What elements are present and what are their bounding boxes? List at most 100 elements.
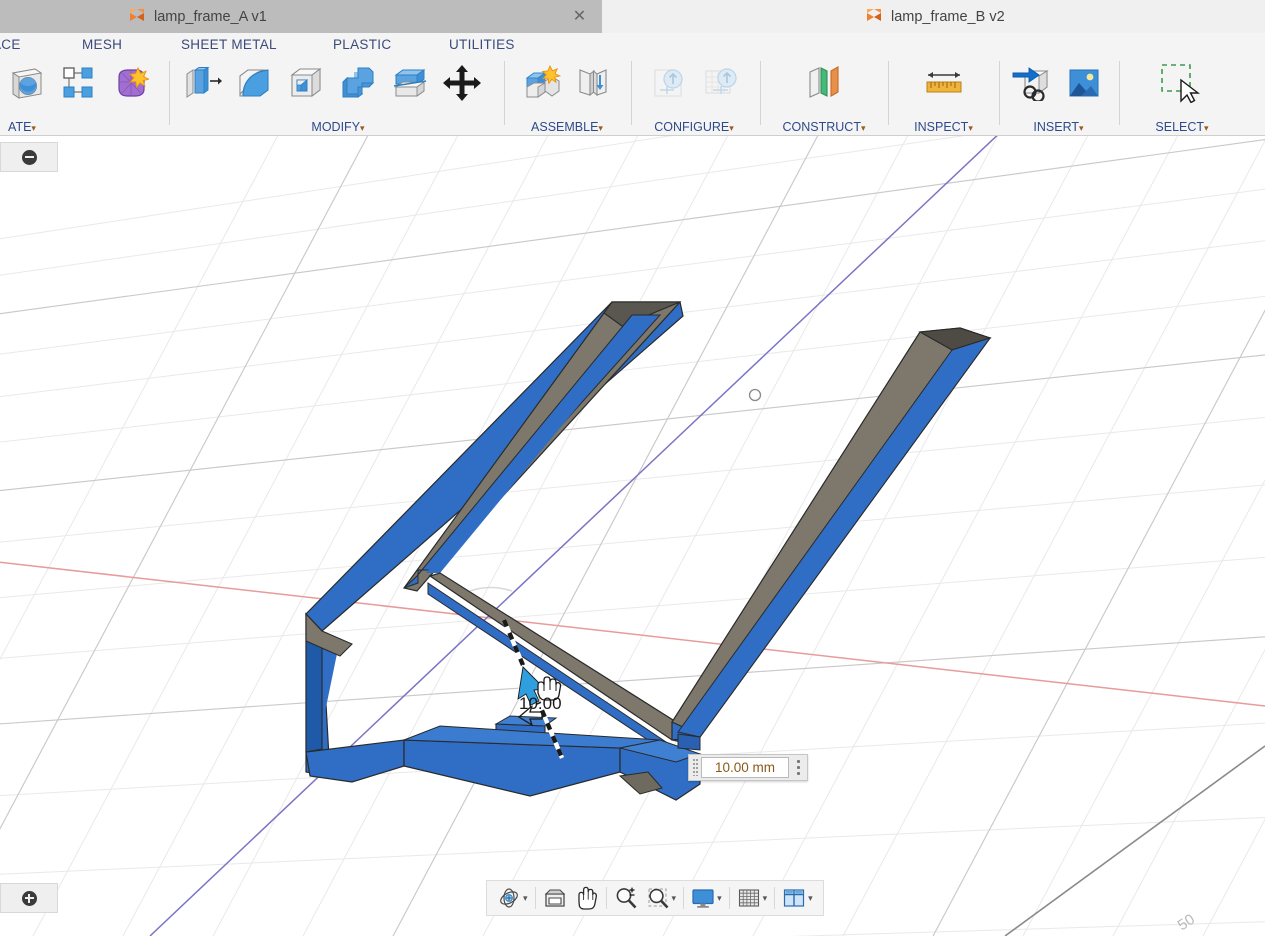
fit-tool[interactable]: ▾ (642, 883, 681, 913)
measure-tool[interactable] (918, 56, 970, 109)
insert-derive-icon (1011, 65, 1053, 101)
panel-construct-label[interactable]: CONSTRUCT▾ (763, 120, 885, 134)
ribbon-tab-row: ACE MESH SHEET METAL PLASTIC UTILITIES (0, 33, 1265, 58)
split-body-tool[interactable] (384, 56, 436, 109)
panel-inspect: INSPECT▾ (891, 56, 996, 136)
divider (1119, 61, 1120, 125)
cube-icon (867, 9, 882, 25)
move-copy-tool[interactable] (436, 56, 488, 109)
panel-create-label[interactable]: ATE▾ (0, 120, 82, 134)
joint-icon (573, 66, 613, 100)
press-pull-icon (182, 66, 222, 100)
divider (631, 61, 632, 125)
insert-derive-tool[interactable] (1006, 56, 1058, 109)
panel-assemble: ASSEMBLE▾ (507, 56, 627, 136)
offset-plane-tool[interactable] (798, 56, 850, 109)
decal-tool[interactable] (1058, 56, 1110, 109)
move-copy-icon (443, 65, 481, 101)
panel-select-label[interactable]: SELECT▾ (1122, 120, 1242, 134)
browser-collapse-button[interactable] (0, 142, 58, 172)
divider (606, 887, 607, 909)
pan-tool[interactable] (571, 883, 603, 913)
close-icon[interactable]: ✕ (571, 8, 588, 25)
ribbon: ACE MESH SHEET METAL PLASTIC UTILITIES (0, 33, 1265, 136)
divider (535, 887, 536, 909)
press-pull-distance-input-group[interactable]: 10.00 mm (688, 754, 808, 781)
ribbon-tab-utilities[interactable]: UTILITIES (449, 37, 515, 52)
ruler-edge (1005, 746, 1265, 936)
document-tab-active[interactable]: lamp_frame_A v1 ✕ (0, 0, 602, 33)
chevron-down-icon[interactable]: ▾ (717, 893, 722, 904)
panel-insert-label[interactable]: INSERT▾ (1002, 120, 1115, 134)
zoom-tool[interactable] (610, 883, 642, 913)
panel-inspect-label[interactable]: INSPECT▾ (891, 120, 996, 134)
canvas-scene (0, 136, 1265, 936)
monitor-icon (691, 887, 715, 909)
configure-table-tool[interactable] (694, 56, 746, 109)
divider (999, 61, 1000, 125)
minus-circle-icon (22, 150, 37, 165)
new-component-tool[interactable] (515, 56, 567, 109)
configure-table-icon (700, 66, 740, 100)
pan-hand-icon (575, 886, 599, 910)
panel-configure-label[interactable]: CONFIGURE▾ (634, 120, 754, 134)
panel-modify-label[interactable]: MODIFY▾ (172, 120, 504, 134)
view-navigation-bar: ▾ (486, 880, 824, 916)
viewports[interactable]: ▾ (778, 883, 817, 913)
press-pull-tool[interactable] (176, 56, 228, 109)
orbit-icon (497, 887, 521, 909)
divider (729, 887, 730, 909)
ribbon-tab-surface[interactable]: ACE (0, 37, 21, 52)
offset-plane-icon (802, 65, 846, 101)
more-options-icon[interactable] (789, 755, 807, 780)
origin-point (750, 390, 761, 401)
zoom-fit-icon (646, 886, 670, 910)
ribbon-tab-mesh[interactable]: MESH (82, 37, 122, 52)
configure-tool[interactable] (642, 56, 694, 109)
document-tab-label: lamp_frame_B v2 (891, 9, 1005, 25)
select-window-tool[interactable] (1154, 56, 1206, 109)
create-form-tool[interactable] (104, 56, 156, 109)
chevron-down-icon[interactable]: ▾ (763, 893, 768, 904)
panel-select: SELECT▾ (1122, 56, 1242, 136)
body-lamp-frame-a[interactable] (306, 302, 990, 800)
shell-tool[interactable] (280, 56, 332, 109)
axis-x-line (0, 560, 1265, 706)
configure-icon (648, 66, 688, 100)
panel-assemble-label[interactable]: ASSEMBLE▾ (507, 120, 627, 134)
panel-construct: CONSTRUCT▾ (763, 56, 885, 136)
drag-grip-icon[interactable] (689, 755, 701, 780)
divider (169, 61, 170, 125)
document-tab-label: lamp_frame_A v1 (154, 9, 267, 25)
grid-minor-b (0, 136, 1265, 936)
split-body-icon (390, 66, 430, 100)
browser-expand-button[interactable] (0, 883, 58, 913)
fillet-tool[interactable] (228, 56, 280, 109)
divider (888, 61, 889, 125)
divider (774, 887, 775, 909)
new-component-icon (521, 65, 561, 101)
document-tab-inactive[interactable]: lamp_frame_B v2 (855, 0, 1017, 33)
panel-create: ATE▾ (0, 56, 168, 136)
ribbon-tab-plastic[interactable]: PLASTIC (333, 37, 391, 52)
chevron-down-icon[interactable]: ▾ (672, 893, 677, 904)
pattern-tool[interactable] (52, 56, 104, 109)
grid-snaps[interactable]: ▾ (733, 883, 772, 913)
grid-minor (0, 136, 1265, 936)
revolve-tool[interactable] (0, 56, 52, 109)
grid-icon (737, 887, 761, 909)
grid-major (0, 136, 1265, 936)
display-settings[interactable]: ▾ (687, 883, 726, 913)
chevron-down-icon[interactable]: ▾ (808, 893, 813, 904)
press-pull-distance-input[interactable]: 10.00 mm (701, 757, 789, 778)
joint-tool[interactable] (567, 56, 619, 109)
orbit-tool[interactable]: ▾ (493, 883, 532, 913)
plus-circle-icon (22, 891, 37, 906)
chevron-down-icon[interactable]: ▾ (523, 893, 528, 904)
ribbon-tab-sheet-metal[interactable]: SHEET METAL (181, 37, 277, 52)
canvas-viewport[interactable]: 10.00 50 100 10.00 mm (0, 136, 1265, 936)
divider (760, 61, 761, 125)
combine-tool[interactable] (332, 56, 384, 109)
look-at-tool[interactable] (539, 883, 571, 913)
document-tab-strip: lamp_frame_A v1 ✕ lamp_frame_B v2 (0, 0, 1265, 33)
